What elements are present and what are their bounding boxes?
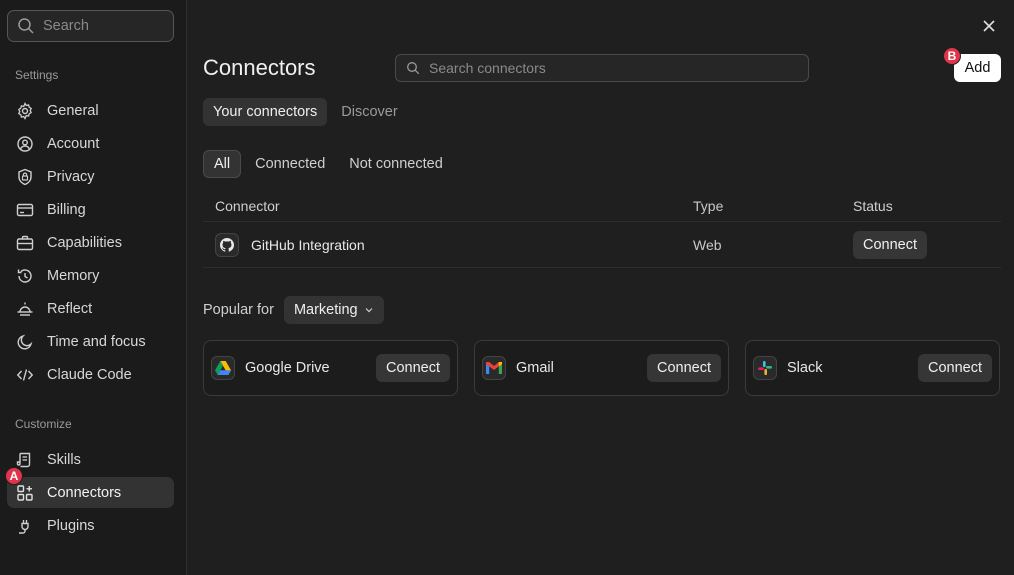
sidebar-item-label: Privacy [47,168,95,185]
moon-icon [17,334,33,349]
annotation-badge-a: A [5,467,23,485]
shield-lock-icon [18,168,32,185]
search-icon [407,62,420,75]
popular-for-label: Popular for [203,302,274,318]
settings-section-label: Settings [15,68,59,82]
sidebar-item-label: Plugins [47,517,95,534]
status-filters: All Connected Not connected [203,150,453,178]
tab-your-connectors[interactable]: Your connectors [203,98,328,126]
plug-icon [19,519,29,534]
sidebar-item-label: Capabilities [47,234,122,251]
github-icon [215,232,239,257]
code-icon [16,368,34,381]
table-row: GitHub Integration Web Connect [203,222,1001,268]
connectors-search-input[interactable]: Search connectors [395,54,809,82]
sidebar-item-account[interactable]: Account [7,128,174,159]
gear-icon [17,101,33,120]
connector-type: Web [693,236,722,253]
scroll-icon [16,452,31,467]
category-dropdown[interactable]: Marketing [283,296,384,324]
add-connector-button[interactable]: Add [954,54,1001,82]
table-header: Connector Type Status [203,190,1001,222]
sidebar-item-label: Claude Code [47,366,132,383]
sidebar-search-input[interactable]: Search [7,10,174,42]
column-header-type: Type [693,197,724,214]
close-icon[interactable] [981,18,997,34]
sidebar: Search Settings General Account Privacy … [0,0,187,575]
google-drive-icon [211,356,235,380]
google-drive-connect-button[interactable]: Connect [375,354,450,382]
sidebar-search-placeholder: Search [43,18,89,34]
gmail-icon [482,356,506,380]
connector-card-slack: Slack Connect [745,340,1000,396]
grid-plus-icon [17,484,33,501]
connector-card-google-drive: Google Drive Connect [203,340,458,396]
sidebar-item-time-and-focus[interactable]: Time and focus [7,326,174,357]
connector-card-name: Slack [787,360,823,376]
connector-card-gmail: Gmail Connect [474,340,729,396]
sidebar-item-reflect[interactable]: Reflect [7,293,174,324]
history-icon [17,268,32,283]
briefcase-icon [16,235,34,250]
sidebar-item-label: Billing [47,201,86,218]
sidebar-item-privacy[interactable]: Privacy [7,161,174,192]
sidebar-item-skills[interactable]: Skills [7,444,174,475]
category-dropdown-value: Marketing [293,302,358,318]
search-icon [18,18,34,34]
sidebar-item-plugins[interactable]: Plugins [7,510,174,541]
sidebar-item-billing[interactable]: Billing [7,194,174,225]
sidebar-item-label: Connectors [47,484,122,501]
sidebar-item-capabilities[interactable]: Capabilities [7,227,174,258]
github-connect-button[interactable]: Connect [853,230,928,259]
sidebar-item-general[interactable]: General [7,95,174,126]
column-header-status: Status [853,197,893,214]
popular-connector-cards: Google Drive Connect Gmail Connect Slack… [203,340,1000,396]
annotation-badge-b: B [943,47,961,65]
sidebar-item-memory[interactable]: Memory [7,260,174,291]
sidebar-item-label: Skills [47,451,81,468]
page-title: Connectors [203,55,316,80]
filter-not-connected[interactable]: Not connected [339,150,453,178]
column-header-connector: Connector [215,197,280,214]
gmail-connect-button[interactable]: Connect [646,354,721,382]
sidebar-item-label: Account [47,135,100,152]
credit-card-icon [16,203,34,216]
customize-section-label: Customize [15,417,72,431]
filter-all[interactable]: All [203,150,242,178]
connector-card-name: Gmail [516,360,554,376]
connector-card-name: Google Drive [245,360,330,376]
slack-icon [753,356,777,380]
sidebar-item-label: Memory [47,267,100,284]
filter-connected[interactable]: Connected [245,150,335,178]
connector-status-cell: Connect [853,230,1001,259]
sidebar-item-claude-code[interactable]: Claude Code [7,359,174,390]
sidebar-item-label: Time and focus [47,333,146,350]
connectors-search-placeholder: Search connectors [429,60,546,76]
slack-connect-button[interactable]: Connect [917,354,992,382]
chevron-down-icon [365,308,373,313]
connector-tabs: Your connectors Discover [203,98,408,126]
sunrise-icon [17,302,33,316]
sidebar-item-label: General [47,102,99,119]
connector-cell: GitHub Integration [203,232,693,257]
connector-name: GitHub Integration [251,236,365,253]
popular-section: Popular for Marketing [203,296,384,324]
sidebar-item-label: Reflect [47,300,93,317]
tab-discover[interactable]: Discover [331,98,407,126]
connectors-table: Connector Type Status GitHub Integration… [203,190,1001,268]
user-circle-icon [17,135,33,152]
sidebar-item-connectors[interactable]: Connectors [7,477,174,508]
